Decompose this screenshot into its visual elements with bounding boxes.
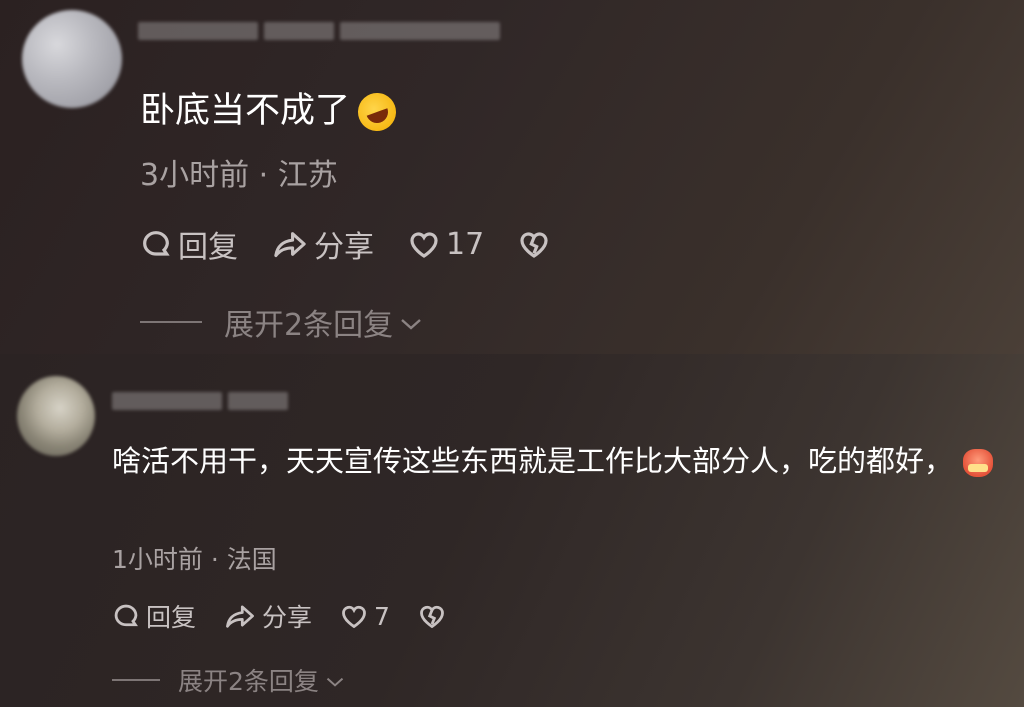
share-arrow-icon	[272, 229, 308, 259]
reply-label: 回复	[178, 230, 238, 265]
avatar[interactable]	[17, 376, 95, 456]
comment-time: 3小时前	[140, 158, 250, 193]
comment-text: 卧底当不成了	[140, 91, 351, 131]
avatar[interactable]	[22, 10, 122, 108]
username-blurred[interactable]	[138, 22, 500, 40]
speech-bubble-icon	[112, 602, 140, 630]
chevron-down-icon	[325, 666, 345, 695]
comment-text-row: 卧底当不成了	[140, 82, 402, 137]
meta-separator: ·	[258, 158, 269, 193]
comment-text-row: 啥活不用干，天天宣传这些东西就是工作比大部分人，吃的都好，	[112, 436, 1012, 486]
chevron-down-icon	[399, 305, 423, 340]
divider-line	[112, 679, 160, 681]
reply-button[interactable]: 回复	[140, 222, 238, 266]
broken-heart-icon	[418, 603, 446, 629]
expand-replies-button[interactable]: 展开2条回复	[112, 662, 345, 698]
share-button[interactable]: 分享	[224, 598, 312, 634]
broken-heart-icon	[518, 229, 550, 259]
meta-separator: ·	[210, 545, 219, 574]
comment-location: 法国	[226, 545, 277, 574]
reply-button[interactable]: 回复	[112, 598, 196, 634]
rofl-emoji-icon	[352, 87, 402, 137]
divider-line	[140, 321, 202, 323]
comment-item: 啥活不用干，天天宣传这些东西就是工作比大部分人，吃的都好， 1小时前 · 法国 …	[0, 354, 1024, 707]
username-blurred[interactable]	[112, 392, 288, 410]
share-arrow-icon	[224, 603, 256, 629]
like-count: 17	[446, 226, 485, 262]
expand-replies-label: 展开2条回复	[224, 308, 394, 343]
heart-icon	[408, 229, 440, 259]
comment-actions: 回复 分享 17	[140, 222, 584, 266]
dislike-button[interactable]	[518, 229, 550, 259]
comment-time: 1小时前	[112, 545, 203, 574]
comment-location: 江苏	[277, 158, 338, 193]
like-button[interactable]: 17	[408, 227, 484, 262]
speech-bubble-icon	[140, 228, 172, 260]
heart-icon	[340, 603, 368, 629]
like-button[interactable]: 7	[340, 602, 390, 631]
share-button[interactable]: 分享	[272, 222, 374, 266]
expand-replies-label: 展开2条回复	[178, 667, 319, 696]
reply-label: 回复	[146, 603, 197, 632]
comment-actions: 回复 分享 7	[112, 598, 474, 634]
share-label: 分享	[314, 230, 374, 265]
comment-item: 卧底当不成了 3小时前 · 江苏 回复 分享 17 展开2条回复	[0, 0, 1024, 354]
comment-meta: 3小时前 · 江苏	[140, 150, 338, 194]
comment-text: 啥活不用干，天天宣传这些东西就是工作比大部分人，吃的都好，	[112, 444, 954, 478]
dislike-button[interactable]	[418, 603, 446, 629]
comment-meta: 1小时前 · 法国	[112, 540, 277, 576]
angry-face-emoji-icon	[963, 449, 994, 477]
expand-replies-button[interactable]: 展开2条回复	[140, 300, 423, 344]
like-count: 7	[374, 601, 390, 631]
share-label: 分享	[262, 603, 313, 632]
